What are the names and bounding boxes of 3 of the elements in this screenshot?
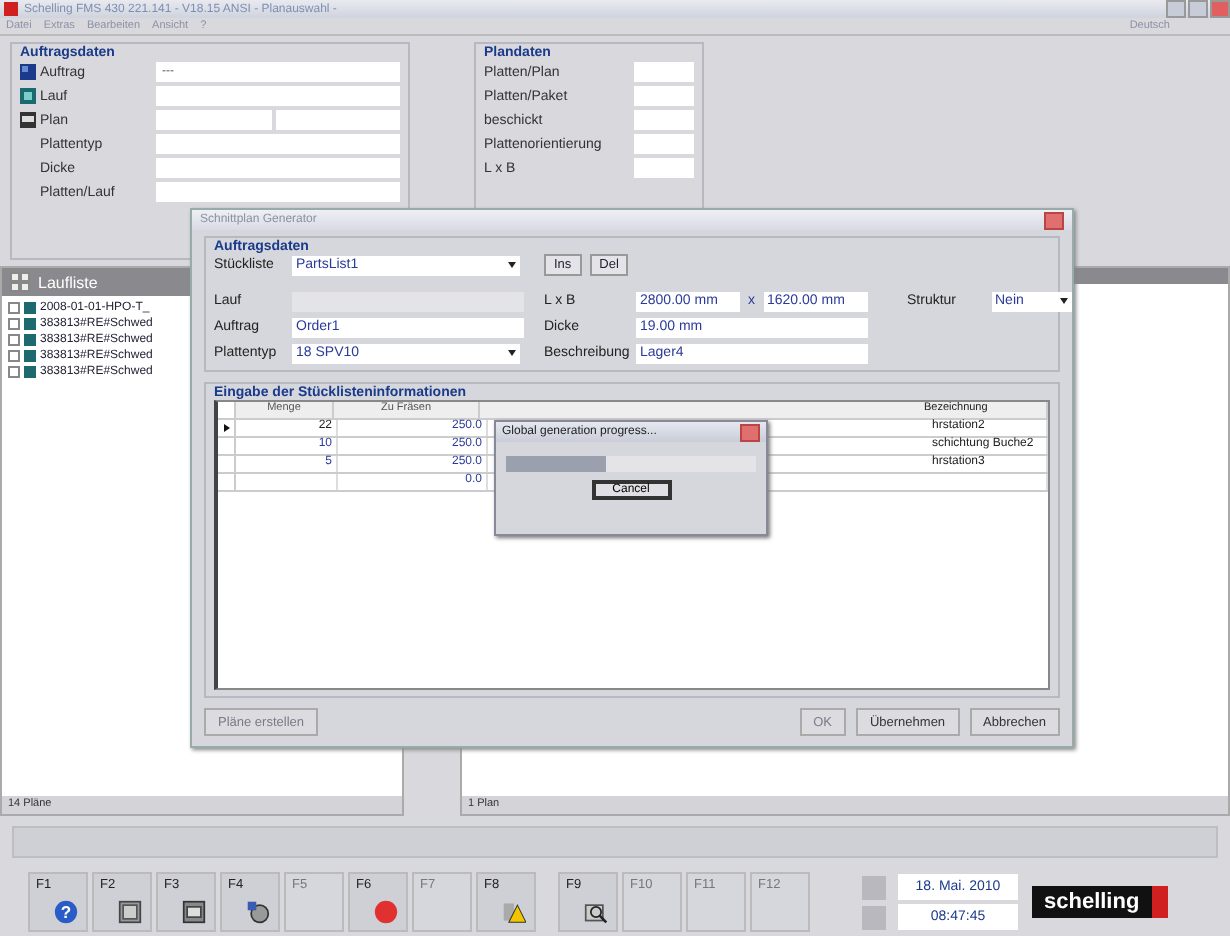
help-icon: ? — [54, 900, 78, 925]
brand-logo: schelling — [1032, 886, 1168, 919]
panel-title: Laufliste — [38, 273, 98, 292]
